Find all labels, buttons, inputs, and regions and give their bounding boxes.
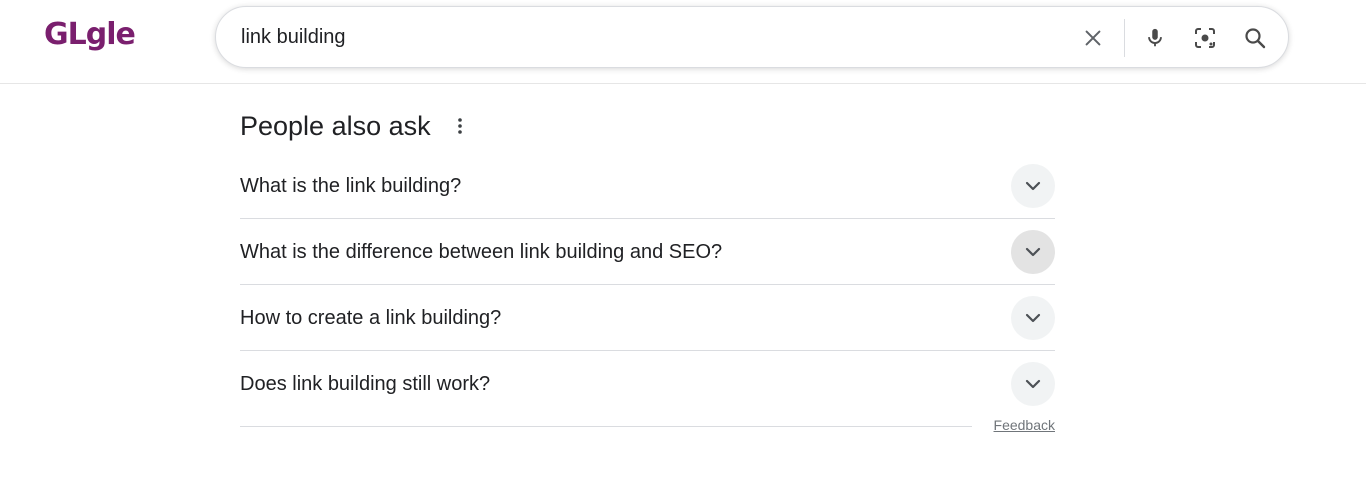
paa-question-row[interactable]: Does link building still work? xyxy=(240,351,1055,417)
google-logo[interactable]: GLgle xyxy=(44,14,164,56)
expand-button[interactable] xyxy=(1011,164,1055,208)
logo-text: GLgle xyxy=(44,17,136,52)
expand-button[interactable] xyxy=(1011,230,1055,274)
paa-question-text: What is the link building? xyxy=(240,175,462,197)
voice-search-button[interactable] xyxy=(1138,21,1172,55)
paa-question-row[interactable]: How to create a link building? xyxy=(240,285,1055,351)
paa-question-text: Does link building still work? xyxy=(240,373,491,395)
search-icon xyxy=(1245,28,1266,49)
expand-button[interactable] xyxy=(1011,296,1055,340)
search-box[interactable] xyxy=(215,6,1289,68)
close-icon xyxy=(1085,30,1101,46)
expand-button[interactable] xyxy=(1011,362,1055,406)
chevron-down-icon xyxy=(1025,181,1041,191)
paa-more-options-button[interactable] xyxy=(450,114,470,138)
paa-question-text: How to create a link building? xyxy=(240,307,502,329)
camera-lens-icon xyxy=(1195,28,1215,48)
paa-question-row[interactable]: What is the difference between link buil… xyxy=(240,219,1055,285)
chevron-down-icon xyxy=(1025,313,1041,323)
section-divider xyxy=(240,426,972,427)
microphone-icon xyxy=(1148,28,1162,47)
feedback-link[interactable]: Feedback xyxy=(994,417,1055,433)
search-input[interactable] xyxy=(241,21,1061,53)
search-divider xyxy=(1124,19,1125,57)
chevron-down-icon xyxy=(1025,247,1041,257)
search-button[interactable] xyxy=(1238,21,1272,55)
chevron-down-icon xyxy=(1025,379,1041,389)
more-vertical-icon xyxy=(458,118,462,134)
paa-question-text: What is the difference between link buil… xyxy=(240,241,723,263)
paa-title: People also ask xyxy=(240,111,431,141)
header-bar: GLgle xyxy=(0,0,1366,84)
clear-button[interactable] xyxy=(1076,21,1110,55)
paa-question-row[interactable]: What is the link building? xyxy=(240,153,1055,219)
lens-search-button[interactable] xyxy=(1188,21,1222,55)
